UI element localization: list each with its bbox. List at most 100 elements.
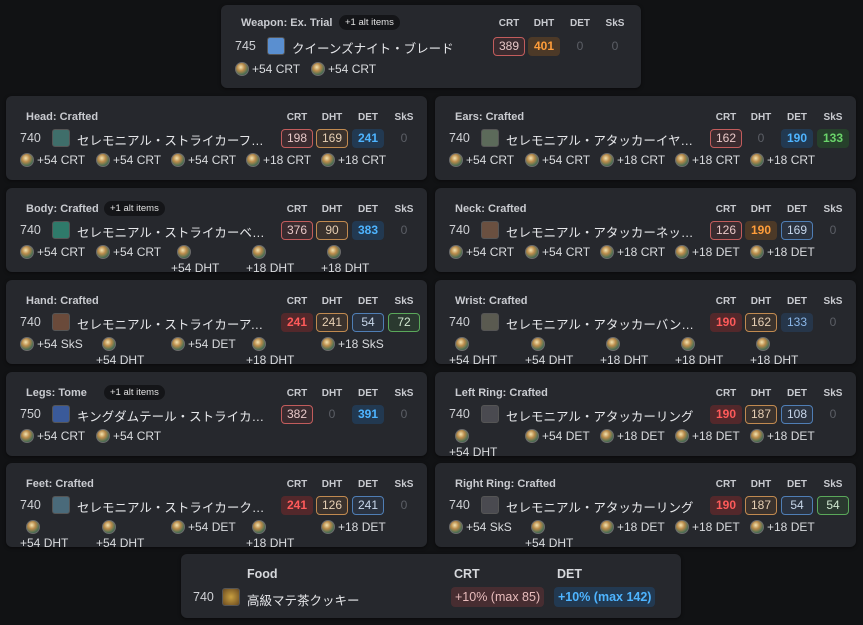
det-value: 169 [781, 221, 813, 240]
materia-slot[interactable]: +54 SkS [20, 337, 83, 353]
materia-slot[interactable]: +18 DET [600, 520, 665, 536]
item-name[interactable]: セレモニアル・アタッカーバングル [506, 314, 702, 333]
materia-icon [525, 153, 539, 167]
materia-slot[interactable]: +18 DET [675, 429, 740, 445]
item-name[interactable]: セレモニアル・ストライカーベスト [77, 222, 273, 241]
materia-slot[interactable]: +18 DET [321, 520, 386, 536]
crt-value: 389 [493, 37, 525, 56]
materia-text: +18 DET [692, 245, 740, 259]
materia-text: +18 DHT [246, 261, 295, 275]
gear-slot-card[interactable]: Head: Crafted CRT DHT DET SkS 740 セレモニアル・ストライカ… [6, 96, 427, 180]
materia-icon [675, 245, 689, 259]
materia-slot[interactable]: +18 CRT [600, 153, 665, 169]
det-value: 133 [781, 313, 813, 332]
materia-slot[interactable]: +18 CRT [321, 153, 386, 169]
materia-slot[interactable]: +54 CRT [235, 62, 300, 78]
item-icon [52, 221, 70, 239]
materia-text: +18 DHT [675, 353, 724, 367]
stat-header-det: DET [787, 112, 807, 123]
stat-header-crt: CRT [286, 479, 308, 490]
materia-slot[interactable]: +18 CRT [675, 153, 740, 169]
materia-slot[interactable]: +54 DET [171, 337, 236, 353]
materia-slot[interactable]: +54 DET [525, 429, 590, 445]
materia-slot[interactable]: +54 CRT [96, 153, 161, 169]
materia-slot[interactable]: +54 CRT [449, 153, 514, 169]
materia-slot[interactable]: +54 CRT [20, 429, 85, 445]
materia-text: +54 CRT [37, 245, 86, 259]
gear-slot-card[interactable]: Body: Crafted +1 alt items CRT DHT DET SkS 740… [6, 188, 427, 275]
dht-value: 190 [745, 221, 777, 240]
stat-header-det: DET [787, 296, 807, 307]
item-icon [481, 313, 499, 331]
stat-header-dht: DHT [321, 296, 343, 307]
materia-slot[interactable]: +18 DET [750, 520, 815, 536]
alt-items-badge[interactable]: +1 alt items [104, 201, 165, 216]
item-name[interactable]: キングダムテール・ストライカー… [77, 406, 273, 425]
materia-icon [20, 245, 34, 259]
gear-slot-card[interactable]: Legs: Tome +1 alt items CRT DHT DET SkS 750 キング… [6, 372, 427, 456]
materia-slot[interactable]: +54 DET [171, 520, 236, 536]
item-name[interactable]: セレモニアル・ストライカーフラ… [77, 130, 273, 149]
materia-slot[interactable]: +54 CRT [20, 153, 85, 169]
item-name[interactable]: セレモニアル・アタッカーネック… [506, 222, 702, 241]
crt-value: 190 [710, 496, 742, 515]
sks-value: 0 [400, 407, 408, 421]
materia-slot[interactable]: +18 CRT [750, 153, 815, 169]
weapon-card[interactable]: Weapon: Ex. Trial +1 alt items CRT DHT D… [221, 5, 641, 88]
gear-slot-card[interactable]: Ears: Crafted CRT DHT DET SkS 740 セレモニアル・アタッカー… [435, 96, 856, 180]
materia-slot[interactable]: +18 CRT [600, 245, 665, 261]
materia-icon [449, 245, 463, 259]
item-name[interactable]: セレモニアル・アタッカーイヤリ… [506, 130, 702, 149]
alt-items-badge[interactable]: +1 alt items [104, 385, 165, 400]
materia-slot[interactable]: +54 CRT [96, 429, 161, 445]
item-name[interactable]: セレモニアル・ストライカーアー… [77, 314, 273, 333]
gear-slot-card[interactable]: Neck: Crafted CRT DHT DET SkS 740 セレモニアル・アタッカー… [435, 188, 856, 272]
materia-slot[interactable]: +54 CRT [311, 62, 376, 78]
dht-value: 401 [528, 37, 560, 56]
gear-slot-card[interactable]: Feet: Crafted CRT DHT DET SkS 740 セレモニアル・ストライカ… [6, 463, 427, 550]
materia-text: +18 DHT [750, 353, 799, 367]
materia-text: +54 DHT [96, 536, 145, 550]
materia-slot[interactable]: +54 CRT [171, 153, 236, 169]
gear-slot-card[interactable]: Hand: Crafted CRT DHT DET SkS 740 セレモニアル・ストライカ… [6, 280, 427, 367]
item-name[interactable]: クイーンズナイト・ブレード [292, 38, 482, 57]
materia-text: +18 DHT [321, 261, 370, 275]
gear-slot-card[interactable]: Wrist: Crafted CRT DHT DET SkS 740 セレモニアル・アタッカ… [435, 280, 856, 367]
item-icon [481, 221, 499, 239]
materia-slot[interactable]: +18 CRT [246, 153, 311, 169]
materia-icon [20, 337, 34, 351]
materia-slot[interactable]: +54 SkS [449, 520, 512, 536]
materia-text: +18 DHT [246, 536, 295, 550]
gear-slot-card[interactable]: Left Ring: Crafted CRT DHT DET SkS 740 セレモニアル・… [435, 372, 856, 459]
materia-icon [171, 337, 185, 351]
materia-slot[interactable]: +18 DET [750, 245, 815, 261]
gear-slot-card[interactable]: Right Ring: Crafted CRT DHT DET SkS 740 セレモニアル… [435, 463, 856, 550]
materia-slot[interactable]: +54 CRT [96, 245, 161, 261]
materia-slot[interactable]: +54 CRT [449, 245, 514, 261]
alt-items-badge[interactable]: +1 alt items [339, 15, 400, 30]
materia-slot[interactable]: +18 DET [675, 520, 740, 536]
stat-header-sks: SkS [394, 388, 414, 399]
materia-slot[interactable]: +18 DET [600, 429, 665, 445]
dht-value: 169 [316, 129, 348, 148]
materia-slot[interactable]: +54 CRT [525, 245, 590, 261]
item-name[interactable]: セレモニアル・アタッカーリング [506, 497, 702, 516]
food-name[interactable]: 高級マテ茶クッキー [247, 590, 427, 609]
materia-text: +18 CRT [617, 245, 666, 259]
materia-icon [20, 153, 34, 167]
slot-title: Neck: Crafted [455, 203, 527, 215]
det-value: 0 [576, 39, 584, 53]
materia-icon [96, 429, 110, 443]
materia-icon [449, 153, 463, 167]
materia-slot[interactable]: +54 CRT [20, 245, 85, 261]
materia-icon [756, 337, 770, 351]
materia-slot[interactable]: +18 DET [675, 245, 740, 261]
stat-header-crt: CRT [286, 296, 308, 307]
materia-slot[interactable]: +18 DET [750, 429, 815, 445]
food-card[interactable]: Food CRT DET 740 高級マテ茶クッキー +10% (max 85)… [181, 554, 681, 618]
item-name[interactable]: セレモニアル・アタッカーリング [506, 406, 702, 425]
materia-slot[interactable]: +18 SkS [321, 337, 384, 353]
item-name[interactable]: セレモニアル・ストライカークラ… [77, 497, 273, 516]
materia-text: +54 DHT [96, 353, 145, 367]
materia-slot[interactable]: +54 CRT [525, 153, 590, 169]
